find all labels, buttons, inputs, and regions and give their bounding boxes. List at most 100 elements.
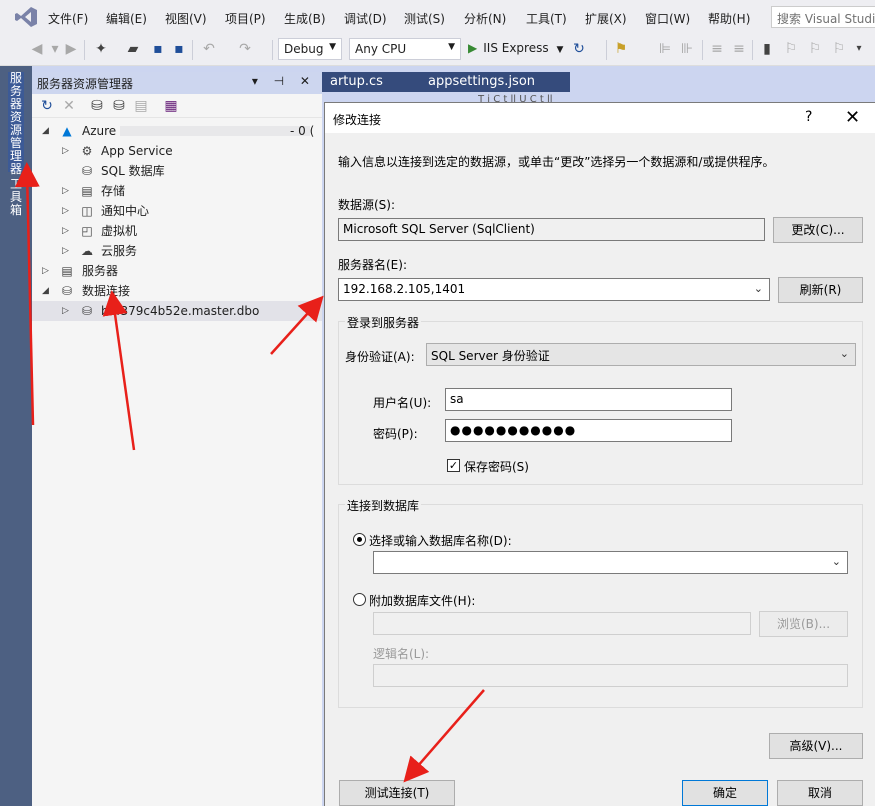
database-connection-icon: ⛁ <box>81 304 93 318</box>
platform-select[interactable]: Any CPU ▼ <box>349 38 461 60</box>
menu-tools[interactable]: 工具(T) <box>526 10 567 27</box>
run-button[interactable]: ▶ IIS Express ▼ <box>468 41 563 59</box>
next-bookmark-icon[interactable]: ⚐ <box>806 40 824 58</box>
stop-icon[interactable]: ✕ <box>60 97 78 115</box>
back-icon[interactable]: ◀ <box>28 40 46 58</box>
format-icon[interactable]: ⊪ <box>678 40 696 58</box>
new-project-icon[interactable]: ✦ <box>92 40 110 58</box>
bookmark-icon[interactable]: ▮ <box>758 40 776 58</box>
storage-icon: ▤ <box>81 184 93 198</box>
tree-item-storage[interactable]: ▷ ▤ 存储 <box>32 181 322 201</box>
cancel-button[interactable]: 取消 <box>777 780 863 806</box>
logical-name-field[interactable] <box>373 664 848 687</box>
search-input[interactable]: 搜索 Visual Studio <box>771 6 875 28</box>
forward-icon[interactable]: ▶ <box>62 40 80 58</box>
modify-connection-dialog: 修改连接 ? ✕ 输入信息以连接到选定的数据源，或单击“更改”选择另一个数据源和… <box>324 102 875 806</box>
attach-db-radio[interactable] <box>353 593 366 606</box>
collapsed-arrow-icon[interactable]: ▷ <box>62 221 69 241</box>
server-name-combo[interactable]: 192.168.2.105,1401 ⌄ <box>338 278 770 301</box>
tab-server-explorer[interactable]: 服务器资源管理器 <box>8 72 24 176</box>
tab-appsettings-json[interactable]: appsettings.json <box>420 72 570 92</box>
connect-database-icon[interactable]: ⛁ <box>88 97 106 115</box>
tab-startup-cs[interactable]: artup.cs <box>322 72 420 92</box>
menu-debug[interactable]: 调试(D) <box>344 10 387 27</box>
tree-item-label: SQL 数据库 <box>101 164 165 178</box>
menu-analyze[interactable]: 分析(N) <box>464 10 506 27</box>
menu-view[interactable]: 视图(V) <box>165 10 207 27</box>
redo-icon[interactable]: ↷ <box>236 40 254 58</box>
toolbar-separator <box>702 40 703 60</box>
tree-item-app-service[interactable]: ▷ ⚙ App Service <box>32 141 322 161</box>
connect-server-icon[interactable]: ⛁ <box>110 97 128 115</box>
collapsed-arrow-icon[interactable]: ▷ <box>62 201 69 221</box>
tab-toolbox[interactable]: 工具箱 <box>8 178 24 222</box>
tree-item-vm[interactable]: ▷ ◰ 虚拟机 <box>32 221 322 241</box>
select-db-radio[interactable] <box>353 533 366 546</box>
toolbar-separator <box>606 40 607 60</box>
tree-item-sql-database[interactable]: ⛁ SQL 数据库 <box>32 161 322 181</box>
menu-extensions[interactable]: 扩展(X) <box>585 10 627 27</box>
browse-button[interactable]: 浏览(B)... <box>759 611 848 637</box>
save-icon[interactable]: ▪ <box>149 40 167 58</box>
dialog-title: 修改连接 <box>333 113 382 127</box>
close-icon[interactable]: ✕ <box>845 107 860 128</box>
menu-edit[interactable]: 编辑(E) <box>106 10 147 27</box>
comment-icon[interactable]: ≡ <box>708 40 726 58</box>
menu-test[interactable]: 测试(S) <box>404 10 445 27</box>
clear-bookmarks-icon[interactable]: ⚐ <box>830 40 848 58</box>
tree-item-azure[interactable]: ◢ ▲ Azure - 0 ( <box>32 121 322 141</box>
find-icon[interactable]: ⚑ <box>612 40 630 58</box>
collapsed-arrow-icon[interactable]: ▷ <box>42 261 49 281</box>
collapsed-arrow-icon[interactable]: ▷ <box>62 181 69 201</box>
expanded-arrow-icon[interactable]: ◢ <box>42 281 49 301</box>
auth-select[interactable]: SQL Server 身份验证 ⌄ <box>426 343 856 366</box>
uncomment-icon[interactable]: ≡ <box>730 40 748 58</box>
refresh-button[interactable]: 刷新(R) <box>778 277 863 303</box>
database-name-combo[interactable]: ⌄ <box>373 551 848 574</box>
tree-item-servers[interactable]: ▷ ▤ 服务器 <box>32 261 322 281</box>
server-name-label: 服务器名(E): <box>338 258 407 272</box>
menu-file[interactable]: 文件(F) <box>48 10 88 27</box>
explorer-toolbar: ↻ ✕ ⛁ ⛁ ▤ ▦ <box>32 94 322 118</box>
pane-controls[interactable]: ▾ ⊣ ✕ <box>252 74 316 88</box>
tree-item-data-connections[interactable]: ◢ ⛁ 数据连接 <box>32 281 322 301</box>
save-all-icon[interactable]: ▪ <box>170 40 188 58</box>
menu-help[interactable]: 帮助(H) <box>708 10 750 27</box>
align-icon[interactable]: ⊫ <box>656 40 674 58</box>
menu-project[interactable]: 项目(P) <box>225 10 266 27</box>
menu-window[interactable]: 窗口(W) <box>645 10 690 27</box>
test-connection-button[interactable]: 测试连接(T) <box>339 780 455 806</box>
expanded-arrow-icon[interactable]: ◢ <box>42 121 49 141</box>
advanced-button[interactable]: 高级(V)... <box>769 733 863 759</box>
tree-item-cloud-service[interactable]: ▷ ☁ 云服务 <box>32 241 322 261</box>
save-password-checkbox[interactable]: ✓ <box>447 459 460 472</box>
collapsed-arrow-icon[interactable]: ▷ <box>62 241 69 261</box>
collapsed-arrow-icon[interactable]: ▷ <box>62 301 69 321</box>
change-button[interactable]: 更改(C)... <box>773 217 863 243</box>
open-folder-icon[interactable]: ▰ <box>124 40 142 58</box>
attach-db-field[interactable] <box>373 612 751 635</box>
tree-item-connection[interactable]: ▷ ⛁ b7f379c4b52e.master.dbo <box>32 301 322 321</box>
attach-db-label: 附加数据库文件(H): <box>369 594 476 608</box>
toolbar-overflow-icon[interactable]: ▾ <box>850 40 868 58</box>
collapsed-arrow-icon[interactable]: ▷ <box>62 141 69 161</box>
tree-item-label: b7f379c4b52e.master.dbo <box>101 304 260 318</box>
tree-item-notification-hub[interactable]: ▷ ◫ 通知中心 <box>32 201 322 221</box>
undo-icon[interactable]: ↶ <box>200 40 218 58</box>
tree-item-label: Azure <box>82 124 117 138</box>
refresh-icon[interactable]: ↻ <box>38 97 56 115</box>
ok-button[interactable]: 确定 <box>682 780 768 806</box>
tree-item-label: 虚拟机 <box>101 224 138 238</box>
username-field[interactable]: sa <box>445 388 732 411</box>
auth-value: SQL Server 身份验证 <box>431 349 550 363</box>
chevron-down-icon: ⌄ <box>831 555 841 568</box>
prev-bookmark-icon[interactable]: ⚐ <box>782 40 800 58</box>
configuration-select[interactable]: Debug ▼ <box>278 38 342 60</box>
visual-studio-logo-icon[interactable] <box>14 6 38 28</box>
connect-sharepoint-icon[interactable]: ▤ <box>132 97 150 115</box>
properties-icon[interactable]: ▦ <box>162 97 180 115</box>
help-icon[interactable]: ? <box>805 109 812 125</box>
password-field[interactable]: ●●●●●●●●●●● <box>445 419 732 442</box>
menu-build[interactable]: 生成(B) <box>284 10 326 27</box>
refresh-icon[interactable]: ↻ <box>570 40 588 58</box>
